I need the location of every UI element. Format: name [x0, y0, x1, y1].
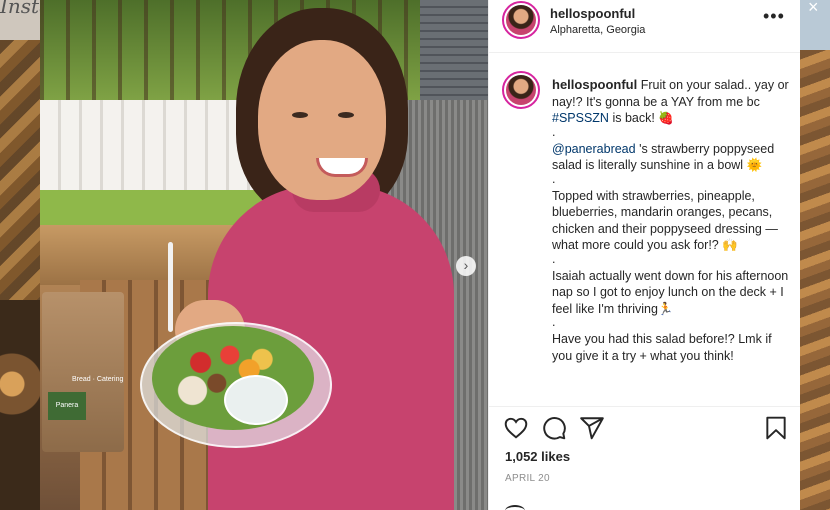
background-logo: Instag — [0, 0, 64, 40]
caption-separator: . — [552, 251, 556, 266]
caption-paragraph: Have you had this salad before!? Lmk if … — [552, 332, 772, 363]
caption-separator: . — [552, 124, 556, 139]
bookmark-icon[interactable] — [763, 415, 789, 441]
more-options-icon[interactable]: ••• — [763, 6, 785, 27]
caption-paragraph: Isaiah actually went down for his aftern… — [552, 268, 789, 316]
header-username[interactable]: hellospoonful — [550, 6, 635, 21]
photo-dressing-cup — [224, 375, 288, 425]
close-icon[interactable]: × — [808, 0, 819, 16]
caption-separator: . — [552, 315, 556, 329]
caption-username[interactable]: hellospoonful — [552, 77, 637, 92]
emoji-icon[interactable] — [505, 505, 525, 510]
share-icon[interactable] — [579, 415, 605, 441]
post-modal: Bread · Catering Panera › hellospoonful … — [40, 0, 800, 510]
photo-eye — [292, 112, 308, 118]
post-date: APRIL 20 — [505, 473, 550, 484]
likes-count[interactable]: 1,052 likes — [505, 449, 570, 464]
post-caption: hellospoonful Fruit on your salad.. yay … — [552, 77, 792, 364]
post-side-panel: hellospoonful Alpharetta, Georgia ••• he… — [488, 0, 800, 510]
bag-text: Bread · Catering — [72, 376, 124, 383]
bag-logo: Panera — [48, 392, 86, 420]
avatar[interactable] — [502, 1, 540, 39]
photo-smile — [316, 158, 368, 177]
caption-mention[interactable]: @panerabread — [552, 142, 636, 156]
caption-paragraph: Topped with strawberries, pineapple, blu… — [552, 188, 778, 253]
photo-fork — [168, 242, 173, 332]
comment-icon[interactable] — [541, 415, 567, 441]
avatar[interactable] — [502, 71, 540, 109]
post-actions: 1,052 likes APRIL 20 — [489, 406, 800, 510]
photo-paper-bag: Bread · Catering Panera — [42, 292, 124, 452]
post-photo[interactable]: Bread · Catering Panera › — [40, 0, 488, 510]
post-header: hellospoonful Alpharetta, Georgia ••• — [489, 0, 800, 53]
photo-face — [258, 40, 386, 200]
heart-icon[interactable] — [503, 415, 529, 441]
caption-hashtag[interactable]: #SPSSZN — [552, 111, 609, 125]
chevron-right-icon[interactable]: › — [456, 256, 476, 276]
caption-separator: . — [552, 171, 556, 186]
background-tile-right[interactable] — [800, 50, 830, 510]
header-location[interactable]: Alpharetta, Georgia — [550, 24, 645, 36]
caption-section: hellospoonful Fruit on your salad.. yay … — [489, 53, 800, 406]
background-tile-left-lower[interactable] — [0, 300, 40, 510]
photo-eye — [338, 112, 354, 118]
caption-intro-end: is back! 🍓 — [608, 111, 674, 125]
